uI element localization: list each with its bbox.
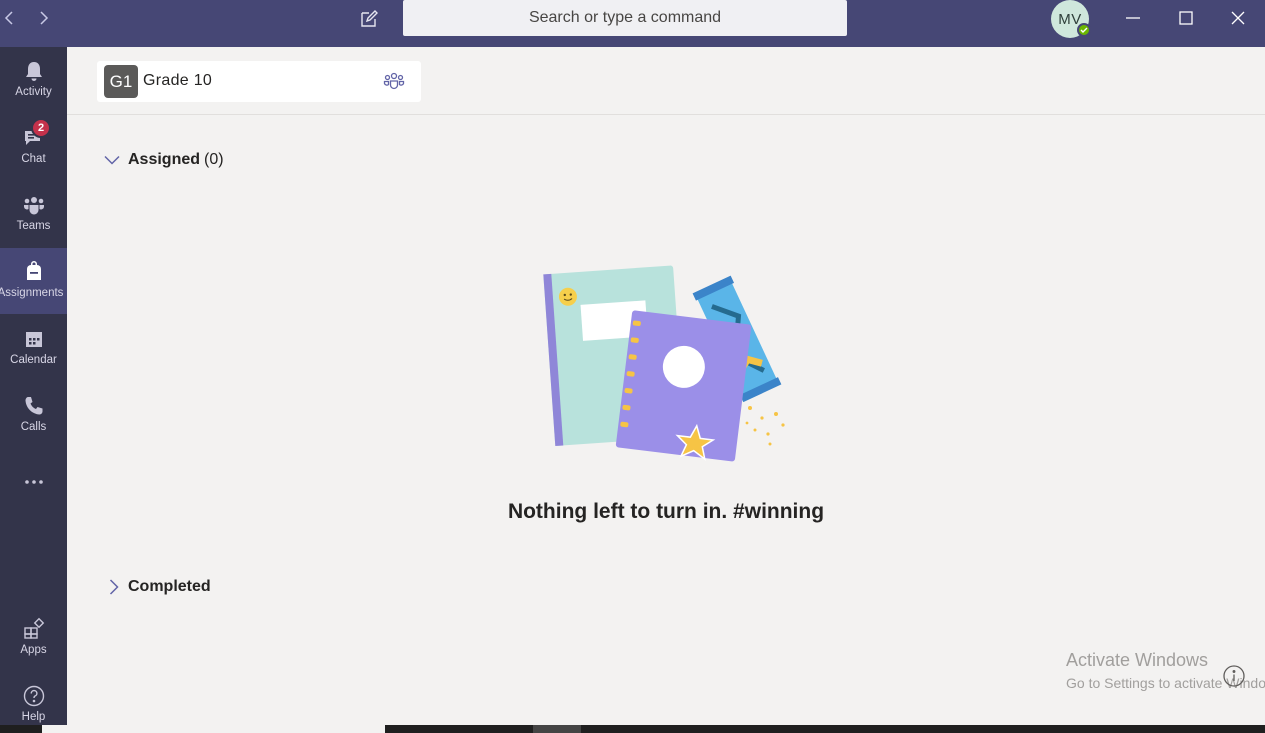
rail-item-teams[interactable]: Teams: [0, 181, 67, 247]
info-icon[interactable]: [1222, 664, 1246, 688]
taskbar-segment: [533, 725, 581, 733]
compose-icon[interactable]: [358, 8, 380, 30]
maximize-icon[interactable]: [1174, 6, 1198, 30]
class-members-icon[interactable]: [383, 71, 405, 91]
minimize-icon[interactable]: [1121, 6, 1145, 30]
presence-available-icon: [1077, 23, 1091, 37]
rail-item-help[interactable]: Help: [0, 672, 67, 733]
assigned-count: (0): [204, 151, 224, 168]
assigned-section-header[interactable]: Assigned (0): [102, 150, 224, 170]
rail-item-activity[interactable]: Activity: [0, 47, 67, 113]
rail-item-apps[interactable]: Apps: [0, 605, 67, 671]
completed-section-header[interactable]: Completed: [104, 577, 211, 597]
rail-item-calendar[interactable]: Calendar: [0, 315, 67, 381]
empty-state-illustration: [543, 265, 785, 462]
bell-icon: [22, 59, 46, 83]
help-icon: [22, 684, 46, 708]
apps-icon: [22, 617, 46, 641]
class-name: Grade 10: [143, 72, 213, 89]
teams-icon: [22, 193, 46, 217]
empty-state-message: Nothing left to turn in. #winning: [507, 500, 825, 523]
rail-label: Help: [21, 711, 46, 723]
rail-item-calls[interactable]: Calls: [0, 382, 67, 448]
calendar-icon: [22, 327, 46, 351]
completed-title: Completed: [128, 578, 211, 595]
rail-label: Apps: [20, 644, 47, 656]
class-avatar: G1: [104, 65, 138, 98]
rail-label: Calendar: [10, 354, 57, 366]
taskbar-segment: [42, 725, 385, 733]
more-icon: [22, 470, 46, 494]
backpack-icon: [22, 260, 46, 284]
title-bar: Search or type a command MV: [0, 0, 1265, 47]
rail-label: Calls: [20, 421, 47, 433]
close-icon[interactable]: [1226, 6, 1250, 30]
search-placeholder: Search or type a command: [528, 9, 722, 26]
forward-arrow-icon[interactable]: [33, 8, 53, 28]
phone-icon: [22, 394, 46, 418]
rail-item-assignments[interactable]: Assignments: [0, 248, 67, 314]
rail-label: Assignments: [0, 287, 64, 299]
chevron-down-icon: [102, 150, 122, 170]
rail-item-more[interactable]: [0, 458, 67, 508]
rail-label: Activity: [15, 86, 52, 98]
chat-unread-badge: 2: [31, 118, 51, 138]
chevron-right-icon: [104, 577, 124, 597]
search-input[interactable]: Search or type a command: [403, 0, 847, 36]
back-arrow-icon[interactable]: [0, 8, 20, 28]
rail-label: Teams: [16, 220, 51, 232]
rail-label: Chat: [21, 153, 46, 165]
assigned-title: Assigned: [128, 151, 201, 168]
os-taskbar: [0, 725, 1265, 733]
